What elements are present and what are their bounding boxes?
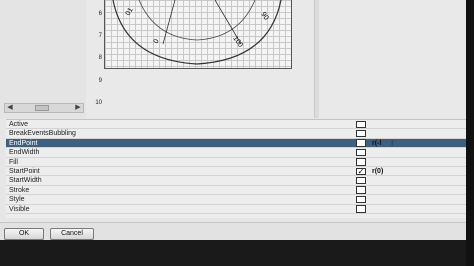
property-checkbox[interactable] (356, 148, 366, 157)
arc-label: 01 (125, 7, 135, 17)
ok-button[interactable]: OK (4, 228, 44, 240)
property-name: BreakEventsBubbling (9, 130, 76, 138)
cancel-button[interactable]: Cancel (50, 228, 94, 240)
ruler-tick: 10 (95, 100, 102, 106)
property-name: Active (9, 121, 29, 128)
pane-divider[interactable] (314, 0, 319, 118)
property-checkbox[interactable] (356, 158, 366, 166)
property-row-endpoint[interactable]: EndPoint r(-l I (6, 138, 466, 149)
property-checkbox[interactable] (356, 186, 366, 194)
property-row-startpoint[interactable]: StartPoint ✓ r(0) (6, 167, 466, 177)
property-row-stroke[interactable]: Stroke (6, 186, 466, 196)
scroll-thumb[interactable] (35, 105, 49, 111)
text-cursor-icon: I (391, 138, 394, 148)
property-row-style[interactable]: Style (6, 195, 466, 205)
property-row-visible[interactable]: Visible (6, 205, 466, 214)
scroll-right-icon[interactable]: ▶ (73, 104, 83, 112)
property-row-endwidth[interactable]: EndWidth (6, 148, 466, 158)
property-checkbox[interactable] (356, 205, 366, 213)
taskbar-edge (0, 240, 474, 266)
dialog-window: ◀ ▶ 6 7 8 9 10 0 01 90 100 Active BreakE… (0, 0, 474, 266)
property-name: Stroke (9, 186, 30, 194)
preview-area: ◀ ▶ 6 7 8 9 10 0 01 90 100 (0, 0, 474, 118)
property-grid: Active BreakEventsBubbling EndPoint r(-l… (6, 119, 466, 218)
horizontal-scrollbar[interactable]: ◀ ▶ (4, 103, 84, 113)
property-row-breakeventsbubbling[interactable]: BreakEventsBubbling (6, 129, 466, 139)
ruler-tick: 9 (98, 78, 102, 84)
ruler-tick: 8 (98, 55, 102, 61)
vertical-ruler: 6 7 8 9 10 (86, 0, 106, 118)
property-checkbox[interactable] (356, 195, 366, 204)
property-checkbox[interactable] (356, 120, 366, 128)
property-row-startwidth[interactable]: StartWidth (6, 176, 466, 186)
window-edge (466, 0, 474, 266)
arc-label: 90 (259, 11, 269, 21)
property-checkbox[interactable] (356, 139, 366, 147)
property-row-fill[interactable]: Fill (6, 158, 466, 167)
ruler-tick: 7 (98, 33, 102, 39)
property-value-input[interactable]: r(-l (372, 139, 381, 148)
property-name: StartWidth (9, 177, 42, 185)
property-checkbox-checked[interactable]: ✓ (356, 167, 366, 175)
property-name: EndWidth (9, 149, 40, 157)
property-checkbox[interactable] (356, 129, 366, 138)
arc-label: 100 (231, 35, 243, 49)
property-name: EndPoint (9, 139, 38, 147)
arc-label: 0 (153, 38, 161, 45)
property-name: Visible (9, 205, 30, 213)
property-name: Style (9, 196, 25, 204)
property-name: StartPoint (9, 168, 40, 175)
scroll-left-icon[interactable]: ◀ (5, 104, 15, 112)
property-name: Fill (9, 158, 18, 166)
property-row-active[interactable]: Active (6, 120, 466, 130)
property-checkbox[interactable] (356, 176, 366, 185)
arc-shape: 0 01 90 100 (112, 0, 282, 65)
left-pane: ◀ ▶ (0, 0, 86, 118)
design-canvas[interactable]: 0 01 90 100 (104, 0, 292, 69)
ruler-tick: 6 (98, 11, 102, 17)
property-value[interactable]: r(0) (372, 167, 383, 176)
